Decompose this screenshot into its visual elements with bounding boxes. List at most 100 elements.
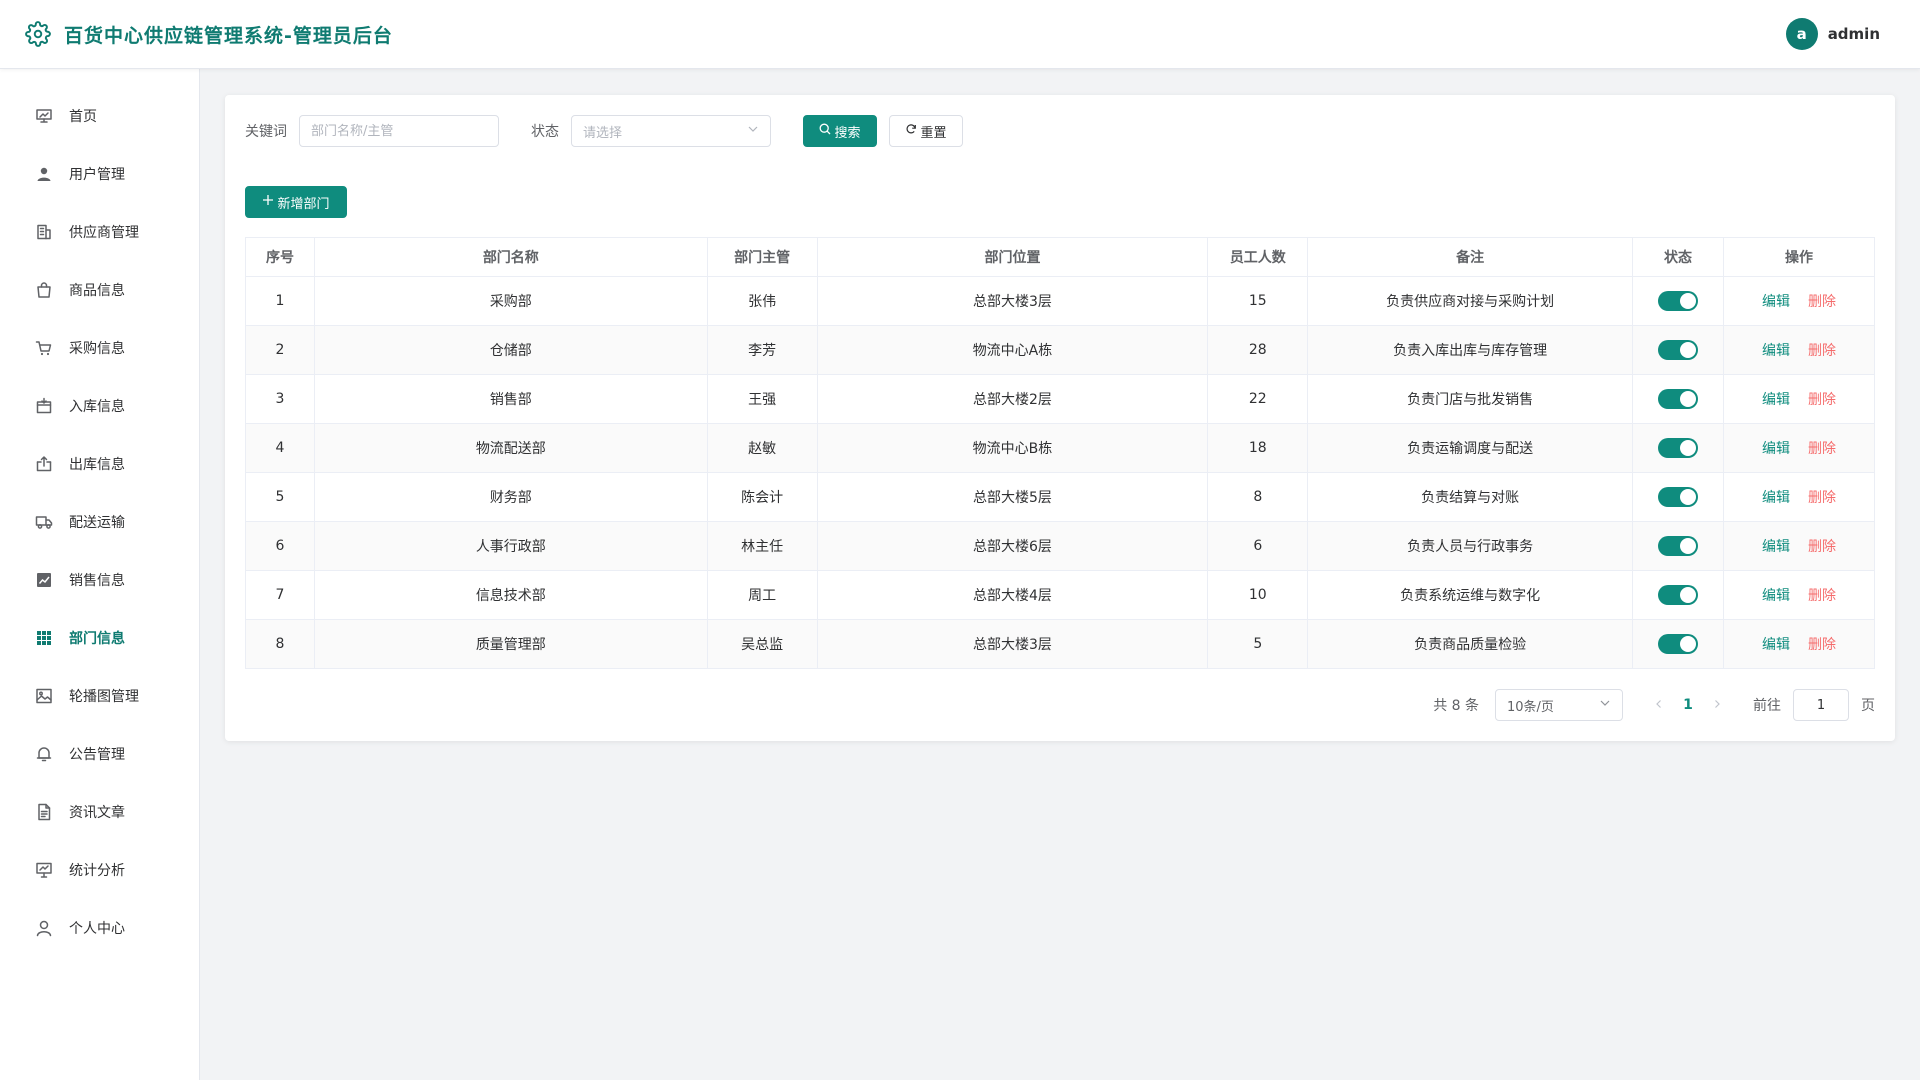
- sidebar-item[interactable]: 首页: [0, 87, 199, 145]
- column-header[interactable]: 部门位置: [816, 237, 1209, 277]
- sidebar-item-label: 出库信息: [69, 457, 125, 473]
- edit-link[interactable]: 编辑: [1762, 294, 1790, 310]
- status-toggle[interactable]: [1658, 438, 1699, 458]
- cell-status: [1632, 374, 1725, 424]
- sidebar-item[interactable]: 统计分析: [0, 841, 199, 899]
- cell-no: 5: [245, 472, 315, 522]
- cell-staff-count: 10: [1207, 570, 1309, 620]
- status-toggle[interactable]: [1658, 340, 1699, 360]
- edit-link[interactable]: 编辑: [1762, 588, 1790, 604]
- cell-department-name: 人事行政部: [313, 521, 708, 571]
- status-toggle[interactable]: [1658, 291, 1699, 311]
- sidebar-item[interactable]: 轮播图管理: [0, 667, 199, 725]
- sidebar-item[interactable]: 商品信息: [0, 261, 199, 319]
- sidebar-item[interactable]: 入库信息: [0, 377, 199, 435]
- sidebar-item[interactable]: 采购信息: [0, 319, 199, 377]
- delete-link[interactable]: 删除: [1808, 490, 1836, 506]
- bell-icon: [35, 745, 53, 763]
- search-button[interactable]: 搜索: [803, 115, 877, 147]
- sidebar-item-label: 部门信息: [69, 631, 125, 647]
- cell-staff-count: 8: [1207, 472, 1309, 522]
- delete-link[interactable]: 删除: [1808, 637, 1836, 653]
- sidebar-item[interactable]: 部门信息: [0, 609, 199, 667]
- pagination: 共 8 条 10条/页 1 前往 页: [1433, 689, 1875, 721]
- column-header[interactable]: 状态: [1632, 237, 1725, 277]
- box-in-icon: [35, 397, 53, 415]
- avatar[interactable]: a: [1785, 18, 1818, 50]
- sidebar-item[interactable]: 公告管理: [0, 725, 199, 783]
- sidebar-item-label: 配送运输: [69, 515, 125, 531]
- column-header[interactable]: 部门主管: [706, 237, 818, 277]
- status-toggle[interactable]: [1658, 487, 1699, 507]
- cell-actions: 编辑 删除: [1723, 521, 1875, 571]
- edit-link[interactable]: 编辑: [1762, 490, 1790, 506]
- sidebar-nav: 首页 用户管理供应商管理商品信息 采购信息 入库信息出库信息配送运输销售信息部门信息轮…: [0, 69, 199, 957]
- column-header[interactable]: 员工人数: [1207, 237, 1309, 277]
- table-header-row: 序号 部门名称 部门主管 部门位置 员工人数 备注 状态 操作: [245, 237, 1875, 277]
- next-page-button[interactable]: [1705, 697, 1729, 713]
- reset-button[interactable]: 重置: [889, 115, 963, 147]
- delete-link[interactable]: 删除: [1808, 343, 1836, 359]
- status-toggle[interactable]: [1658, 634, 1699, 654]
- sidebar-item-label: 供应商管理: [69, 225, 139, 241]
- status-toggle[interactable]: [1658, 389, 1699, 409]
- sidebar-item-label: 销售信息: [69, 573, 125, 589]
- cell-status: [1632, 423, 1725, 473]
- user-menu[interactable]: a admin: [1785, 18, 1880, 50]
- department-table: 序号 部门名称 部门主管 部门位置 员工人数 备注 状态 操作 1 采购部 张伟 总部…: [245, 237, 1875, 669]
- status-toggle[interactable]: [1658, 585, 1699, 605]
- status-select[interactable]: 请选择: [571, 115, 771, 147]
- cell-actions: 编辑 删除: [1723, 570, 1875, 620]
- cell-actions: 编辑 删除: [1723, 472, 1875, 522]
- column-header[interactable]: 操作: [1723, 237, 1875, 277]
- status-toggle[interactable]: [1658, 536, 1699, 556]
- add-department-button[interactable]: 新增部门: [245, 186, 347, 218]
- sidebar-item[interactable]: 出库信息: [0, 435, 199, 493]
- cell-department-name: 财务部: [313, 472, 708, 522]
- column-header[interactable]: 序号: [245, 237, 315, 277]
- username[interactable]: admin: [1828, 25, 1880, 43]
- delete-link[interactable]: 删除: [1808, 539, 1836, 555]
- edit-link[interactable]: 编辑: [1762, 343, 1790, 359]
- cell-manager: 王强: [706, 374, 818, 424]
- cell-manager: 吴总监: [706, 619, 818, 669]
- sidebar-item[interactable]: 个人中心: [0, 899, 199, 957]
- delete-link[interactable]: 删除: [1808, 588, 1836, 604]
- page-number-current[interactable]: 1: [1671, 697, 1705, 713]
- goto-page-input[interactable]: [1793, 689, 1849, 721]
- prev-page-button[interactable]: [1647, 697, 1671, 713]
- sidebar-item[interactable]: 资讯文章: [0, 783, 199, 841]
- sidebar-item[interactable]: 配送运输: [0, 493, 199, 551]
- edit-link[interactable]: 编辑: [1762, 539, 1790, 555]
- delete-link[interactable]: 删除: [1808, 441, 1836, 457]
- cell-staff-count: 18: [1207, 423, 1309, 473]
- keyword-label: 关键词: [245, 124, 287, 140]
- cell-manager: 赵敏: [706, 423, 818, 473]
- sidebar: 首页 用户管理供应商管理商品信息 采购信息 入库信息出库信息配送运输销售信息部门信息轮…: [0, 69, 200, 1080]
- cell-department-name: 质量管理部: [313, 619, 708, 669]
- delete-link[interactable]: 删除: [1808, 294, 1836, 310]
- edit-link[interactable]: 编辑: [1762, 441, 1790, 457]
- gear-icon: [24, 20, 52, 48]
- sidebar-item[interactable]: 用户管理: [0, 145, 199, 203]
- page-size-select[interactable]: 10条/页: [1495, 689, 1623, 721]
- delete-link[interactable]: 删除: [1808, 392, 1836, 408]
- column-header[interactable]: 部门名称: [313, 237, 708, 277]
- cell-department-name: 信息技术部: [313, 570, 708, 620]
- keyword-input[interactable]: [299, 115, 499, 147]
- edit-link[interactable]: 编辑: [1762, 637, 1790, 653]
- plus-icon: [262, 194, 274, 210]
- shopping-bag-icon: [35, 281, 53, 299]
- chevron-down-icon: [1599, 697, 1611, 713]
- sidebar-item[interactable]: 销售信息: [0, 551, 199, 609]
- cell-status: [1632, 472, 1725, 522]
- column-header[interactable]: 备注: [1307, 237, 1634, 277]
- edit-link[interactable]: 编辑: [1762, 392, 1790, 408]
- cell-note: 负责入库出库与库存管理: [1307, 325, 1634, 375]
- sidebar-item[interactable]: 供应商管理: [0, 203, 199, 261]
- sidebar-item-label: 资讯文章: [69, 805, 125, 821]
- table-row: 8 质量管理部 吴总监 总部大楼3层 5 负责商品质量检验 编辑 删除: [245, 619, 1875, 669]
- user-icon: [35, 165, 53, 183]
- cell-department-name: 仓储部: [313, 325, 708, 375]
- cell-actions: 编辑 删除: [1723, 423, 1875, 473]
